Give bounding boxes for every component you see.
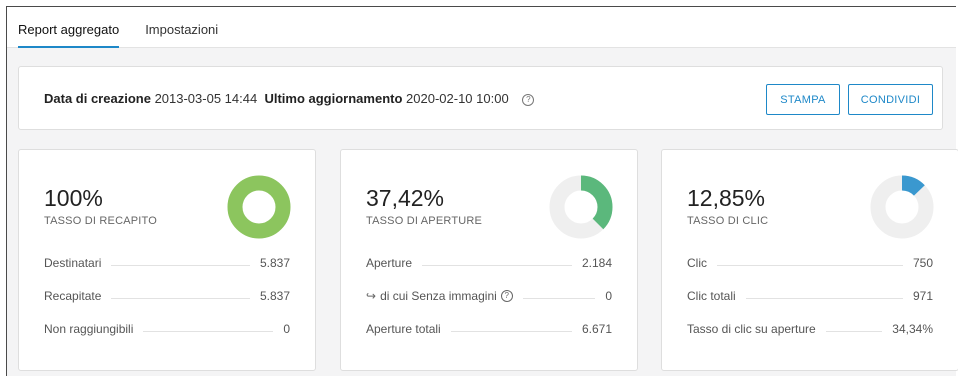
delivery-rate-label: TASSO DI RECAPITO xyxy=(44,215,158,227)
leader-line xyxy=(717,264,903,266)
stat-value: 0 xyxy=(605,289,612,303)
stat-label: di cui Senza immagini xyxy=(380,289,497,303)
leader-line xyxy=(450,330,572,332)
click-rate-donut xyxy=(870,175,934,239)
stat-label: Recapitate xyxy=(44,289,102,303)
stat-value: 5.837 xyxy=(259,289,290,303)
updated-label: Ultimo aggiornamento xyxy=(264,90,403,106)
stat-row: Aperture 2.184 xyxy=(366,255,612,271)
created-value: 2013-03-05 14:44 xyxy=(154,90,258,106)
updated-value: 2020-02-10 10:00 xyxy=(406,90,509,106)
created-label: Data di creazione xyxy=(44,90,151,106)
open-rate-card: 37,42% TASSO DI APERTURE Aperture 2.184 … xyxy=(340,149,638,371)
stat-value: 0 xyxy=(283,322,290,336)
stat-label: Tasso di clic su aperture xyxy=(687,322,816,336)
open-rate-donut xyxy=(549,175,613,239)
stat-value: 6.671 xyxy=(581,322,612,336)
report-panel: Report aggregato Impostazioni Data di cr… xyxy=(6,6,958,376)
report-info-bar: Data di creazione 2013-03-05 14:44 Ultim… xyxy=(18,66,943,130)
click-rate-label: TASSO DI CLIC xyxy=(687,215,769,227)
tab-impostazioni[interactable]: Impostazioni xyxy=(145,22,218,47)
stat-value: 5.837 xyxy=(259,256,290,270)
leader-line xyxy=(825,330,883,332)
stat-row: Tasso di clic su aperture 34,34% xyxy=(687,321,933,337)
stat-row: Clic 750 xyxy=(687,255,933,271)
stat-label: Clic xyxy=(687,256,707,270)
tab-bar: Report aggregato Impostazioni xyxy=(7,7,956,48)
leader-line xyxy=(111,264,250,266)
open-rate-label: TASSO DI APERTURE xyxy=(366,215,483,227)
stat-row: Destinatari 5.837 xyxy=(44,255,290,271)
click-rate-value: 12,85% xyxy=(687,185,766,211)
stat-label: Destinatari xyxy=(44,256,102,270)
stat-label: Aperture totali xyxy=(366,322,441,336)
delivery-rate-value: 100% xyxy=(44,185,103,211)
tab-report-aggregato[interactable]: Report aggregato xyxy=(18,22,120,48)
delivery-rate-donut xyxy=(227,175,291,239)
stat-row: Aperture totali 6.671 xyxy=(366,321,612,337)
click-rate-card: 12,85% TASSO DI CLIC Clic 750 Clic total… xyxy=(661,149,958,371)
question-circle-icon[interactable]: ? xyxy=(500,290,513,302)
stat-label: Non raggiungibili xyxy=(44,322,134,336)
stat-label: Clic totali xyxy=(687,289,736,303)
stat-row: Recapitate 5.837 xyxy=(44,288,290,304)
question-circle-icon[interactable]: ? xyxy=(522,93,535,106)
leader-line xyxy=(422,264,572,266)
stat-value: 971 xyxy=(912,289,933,303)
stat-value: 750 xyxy=(912,256,933,270)
stat-value: 34,34% xyxy=(892,322,933,336)
share-button[interactable]: CONDIVIDI xyxy=(848,84,933,115)
stat-label: Aperture xyxy=(366,256,413,270)
leader-line xyxy=(111,297,250,299)
stat-row: ↪ di cui Senza immagini ? 0 xyxy=(366,288,612,304)
stat-row: Clic totali 971 xyxy=(687,288,933,304)
stat-value: 2.184 xyxy=(581,256,612,270)
open-rate-value: 37,42% xyxy=(366,185,445,211)
sub-item-arrow-icon: ↪ xyxy=(366,289,377,303)
stat-row: Non raggiungibili 0 xyxy=(44,321,290,337)
leader-line xyxy=(143,330,274,332)
report-dates: Data di creazione 2013-03-05 14:44 Ultim… xyxy=(44,90,535,106)
leader-line xyxy=(522,297,596,299)
leader-line xyxy=(745,297,903,299)
donut-value-arc xyxy=(227,175,291,239)
delivery-rate-card: 100% TASSO DI RECAPITO Destinatari 5.837… xyxy=(18,149,316,371)
print-button[interactable]: STAMPA xyxy=(766,84,840,115)
